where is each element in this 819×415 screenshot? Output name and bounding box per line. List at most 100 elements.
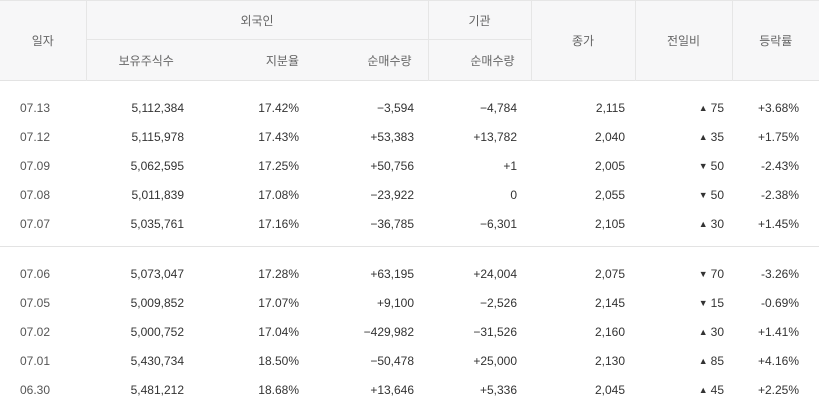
header-change: 전일비 [634,0,733,81]
table-row: 07.13 5,112,384 17.42% −3,594 −4,784 2,115 ▲ 75… [0,93,819,122]
table-row: 07.09 5,062,595 17.25% +50,756 +1 2,005 ▼ 50 -2.… [0,151,819,180]
change-value: 50 [710,187,725,202]
cell-institution-net: +25,000 [473,353,518,368]
cell-date: 07.09 [20,158,51,173]
cell-date: 07.12 [20,129,51,144]
cell-holdings: 5,073,047 [130,266,184,281]
cell-foreign-net: −3,594 [376,100,415,115]
cell-close: 2,005 [595,158,626,173]
cell-date: 07.08 [20,187,51,202]
up-arrow-icon: ▲ [698,384,708,395]
cell-foreign-net: −429,982 [363,324,415,339]
up-arrow-icon: ▲ [698,131,708,142]
cell-share-ratio: 17.43% [258,129,299,144]
cell-change: ▲ 75 [635,93,732,122]
cell-foreign-net: +53,383 [370,129,415,144]
change-value: 15 [710,295,725,310]
cell-close: 2,130 [595,353,626,368]
cell-change: ▲ 30 [635,209,732,238]
cell-date: 07.06 [20,266,51,281]
cell-rate: +4.16% [757,353,800,368]
cell-institution-net: +24,004 [473,266,518,281]
cell-holdings: 5,115,978 [131,129,185,144]
cell-share-ratio: 18.50% [258,353,299,368]
cell-close: 2,045 [595,382,626,397]
cell-rate: +1.75% [757,129,800,144]
cell-institution-net: +1 [503,158,518,173]
cell-holdings: 5,062,595 [130,158,184,173]
table-body: 07.13 5,112,384 17.42% −3,594 −4,784 2,115 ▲ 75… [0,81,819,405]
cell-share-ratio: 17.28% [258,266,299,281]
table-row: 06.30 5,481,212 18.68% +13,646 +5,336 2,045 ▲ 4… [0,375,819,404]
cell-close: 2,075 [595,266,626,281]
up-arrow-icon: ▲ [698,102,708,113]
cell-change: ▼ 50 [635,151,732,180]
header-share-ratio: 지분율 [206,39,319,81]
cell-holdings: 5,011,839 [131,187,185,202]
cell-date: 07.13 [20,100,51,115]
cell-holdings: 5,481,212 [130,382,184,397]
cell-change: ▼ 50 [635,180,732,209]
cell-share-ratio: 17.16% [258,216,299,231]
header-date: 일자 [0,0,86,81]
cell-share-ratio: 17.42% [258,100,299,115]
change-value: 75 [710,100,725,115]
table-row: 07.06 5,073,047 17.28% +63,195 +24,004 2,075 ▼… [0,259,819,288]
cell-holdings: 5,000,752 [130,324,184,339]
cell-close: 2,160 [595,324,626,339]
cell-holdings: 5,112,384 [131,100,185,115]
cell-close: 2,105 [595,216,626,231]
cell-date: 07.01 [20,353,51,368]
cell-change: ▲ 85 [635,346,732,375]
change-value: 70 [710,266,725,281]
header-institution-group: 기관 [427,0,532,40]
change-value: 50 [710,158,725,173]
cell-share-ratio: 17.07% [258,295,299,310]
down-arrow-icon: ▼ [698,189,708,200]
group-divider [0,238,819,247]
table-row: 07.01 5,430,734 18.50% −50,478 +25,000 2,130 ▲… [0,346,819,375]
row-spacer [0,81,819,94]
change-value: 30 [710,324,725,339]
cell-change: ▲ 45 [635,375,732,404]
cell-date: 06.30 [20,382,51,397]
down-arrow-icon: ▼ [698,268,708,279]
cell-share-ratio: 18.68% [258,382,299,397]
cell-rate: +1.45% [757,216,800,231]
cell-rate: +3.68% [757,100,800,115]
change-value: 85 [710,353,725,368]
cell-foreign-net: +50,756 [370,158,415,173]
cell-close: 2,145 [595,295,626,310]
header-holdings: 보유주식수 [85,39,206,81]
down-arrow-icon: ▼ [698,297,708,308]
table-row: 07.12 5,115,978 17.43% +53,383 +13,782 2,040 ▲… [0,122,819,151]
foreign-institution-trading-table: 일자 외국인 기관 종가 전일비 등락률 보유주식수 지분율 순매수량 순매수량… [0,0,819,404]
cell-institution-net: +5,336 [479,382,518,397]
cell-institution-net: −6,301 [479,216,518,231]
cell-change: ▼ 15 [635,288,732,317]
cell-change: ▲ 30 [635,317,732,346]
up-arrow-icon: ▲ [698,218,708,229]
table-row: 07.08 5,011,839 17.08% −23,922 0 2,055 ▼ 50 -2.3… [0,180,819,209]
cell-change: ▼ 70 [635,259,732,288]
header-institution-net: 순매수량 [427,39,532,81]
cell-date: 07.02 [20,324,51,339]
cell-foreign-net: −23,922 [370,187,415,202]
change-value: 45 [710,382,725,397]
cell-institution-net: 0 [510,187,518,202]
cell-institution-net: −2,526 [479,295,518,310]
cell-foreign-net: +63,195 [370,266,415,281]
header-foreign-group: 외국인 [85,0,429,40]
cell-rate: -2.43% [761,158,800,173]
up-arrow-icon: ▲ [698,355,708,366]
row-spacer [0,247,819,260]
cell-foreign-net: −50,478 [370,353,415,368]
table-header: 일자 외국인 기관 종가 전일비 등락률 보유주식수 지분율 순매수량 순매수량 [0,0,819,81]
header-close: 종가 [530,0,636,81]
table-row: 07.02 5,000,752 17.04% −429,982 −31,526 2,160… [0,317,819,346]
down-arrow-icon: ▼ [698,160,708,171]
cell-rate: -3.26% [761,266,800,281]
cell-holdings: 5,430,734 [130,353,184,368]
cell-institution-net: −4,784 [479,100,518,115]
cell-close: 2,115 [595,100,626,115]
